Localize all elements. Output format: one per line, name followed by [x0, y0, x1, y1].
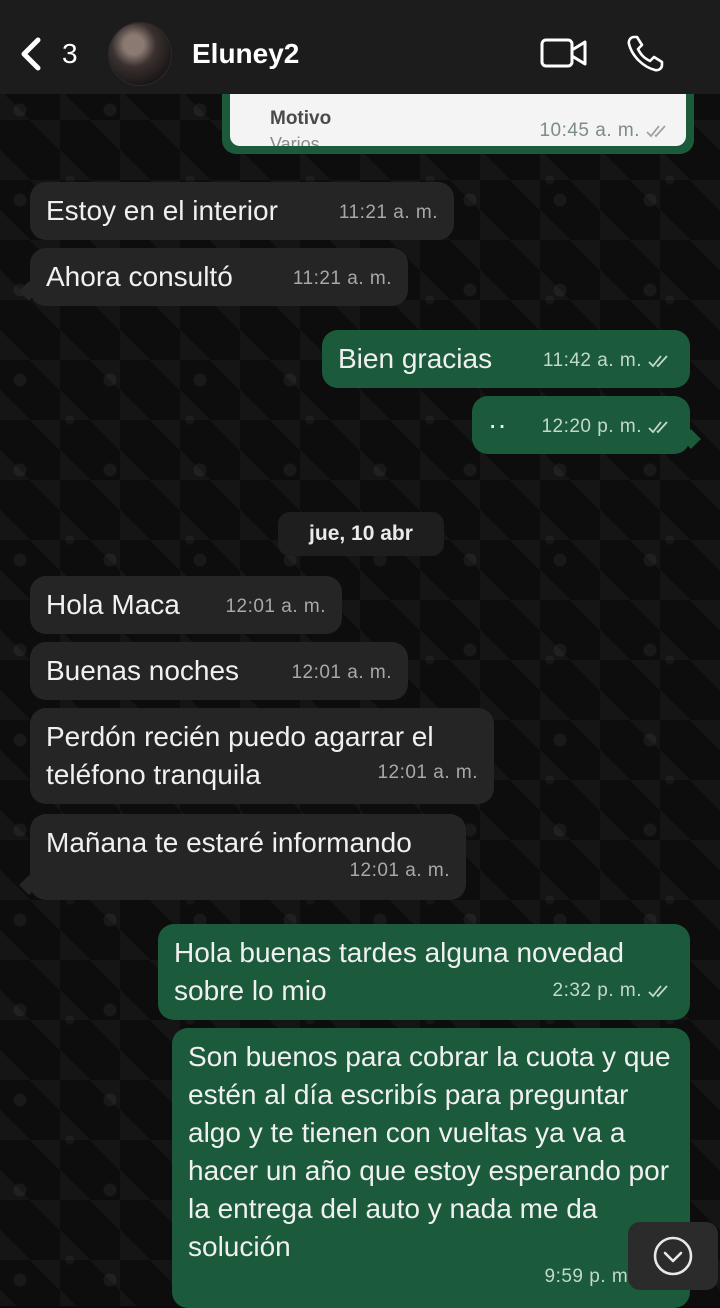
- card-label: Motivo: [270, 108, 332, 129]
- message-text: Buenas noches: [46, 655, 240, 686]
- message-time: 12:01 a. m.: [225, 588, 326, 626]
- double-check-icon: [648, 355, 668, 368]
- message-incoming[interactable]: Mañana te estaré informando 12:01 a. m.: [19, 814, 466, 900]
- message-time: 12:01 a. m.: [377, 754, 478, 792]
- message-incoming[interactable]: Ahora consultó 11:21 a. m.: [19, 248, 408, 306]
- contact-name[interactable]: Eluney2: [192, 38, 299, 70]
- message-time: 11:21 a. m.: [339, 194, 438, 232]
- avatar[interactable]: [108, 22, 172, 86]
- card-value: Varios: [270, 134, 320, 146]
- message-incoming[interactable]: Buenas noches 12:01 a. m.: [30, 642, 408, 700]
- message-time-text: 2:32 p. m.: [552, 980, 642, 1001]
- message-time: 12:01 a. m.: [349, 852, 450, 890]
- message-text: Hola Maca: [46, 589, 180, 620]
- message-text: Estoy en el interior: [46, 195, 278, 226]
- message-time-text: 12:01 a. m.: [225, 596, 326, 617]
- card-time-text: 10:45 a. m.: [539, 120, 640, 141]
- form-card-message[interactable]: Motivo Varios 10:45 a. m.: [222, 94, 694, 154]
- message-time: 11:21 a. m.: [293, 260, 392, 298]
- message-text: Bien gracias: [338, 343, 493, 374]
- message-incoming[interactable]: Hola Maca 12:01 a. m.: [30, 576, 342, 634]
- phone-icon[interactable]: [625, 34, 665, 74]
- message-incoming[interactable]: Perdón recién puedo agarrar el teléfono …: [30, 708, 494, 804]
- message-time-text: 12:01 a. m.: [377, 762, 478, 783]
- message-time: 12:01 a. m.: [291, 654, 392, 692]
- bubble-tail: [19, 875, 39, 895]
- message-time-text: 9:59 p. m.: [544, 1266, 634, 1287]
- double-check-icon: [648, 421, 668, 434]
- unread-count[interactable]: 3: [62, 38, 78, 70]
- bubble-tail: [19, 281, 39, 301]
- double-check-icon: [648, 985, 668, 998]
- card-time: 10:45 a. m.: [539, 120, 672, 142]
- message-incoming[interactable]: Estoy en el interior 11:21 a. m.: [30, 182, 454, 240]
- message-time-text: 11:21 a. m.: [338, 202, 438, 223]
- message-outgoing[interactable]: Hola buenas tardes alguna novedad sobre …: [158, 924, 690, 1020]
- message-list[interactable]: Motivo Varios 10:45 a. m. Estoy en el in…: [0, 94, 720, 1308]
- message-text: Ahora consultó: [46, 261, 233, 292]
- message-text: Son buenos para cobrar la cuota y que es…: [188, 1041, 671, 1262]
- message-time: 2:32 p. m.: [553, 972, 675, 1010]
- message-outgoing[interactable]: ·· 12:20 p. m.: [472, 396, 701, 454]
- message-time: 9:59 p. m.: [545, 1258, 635, 1296]
- message-text: ··: [488, 409, 507, 440]
- message-time-text: 12:01 a. m.: [349, 860, 450, 881]
- message-time: 12:20 p. m.: [541, 408, 674, 446]
- date-separator: jue, 10 abr: [278, 512, 444, 556]
- message-outgoing[interactable]: Son buenos para cobrar la cuota y que es…: [172, 1028, 690, 1308]
- message-time-text: 11:42 a. m.: [542, 350, 642, 371]
- message-outgoing[interactable]: Bien gracias 11:42 a. m.: [322, 330, 690, 388]
- chevron-left-icon[interactable]: [18, 36, 46, 72]
- message-time-text: 12:01 a. m.: [291, 662, 392, 683]
- chevron-down-circle-icon: [653, 1236, 693, 1276]
- message-time: 11:42 a. m.: [543, 342, 674, 380]
- video-call-icon[interactable]: [540, 36, 588, 70]
- double-check-icon: [646, 125, 666, 138]
- message-time-text: 11:21 a. m.: [292, 268, 392, 289]
- chat-header: 3 Eluney2: [0, 0, 720, 94]
- message-time-text: 12:20 p. m.: [541, 416, 642, 437]
- bubble-tail: [681, 429, 701, 449]
- scroll-to-bottom-button[interactable]: [628, 1222, 718, 1290]
